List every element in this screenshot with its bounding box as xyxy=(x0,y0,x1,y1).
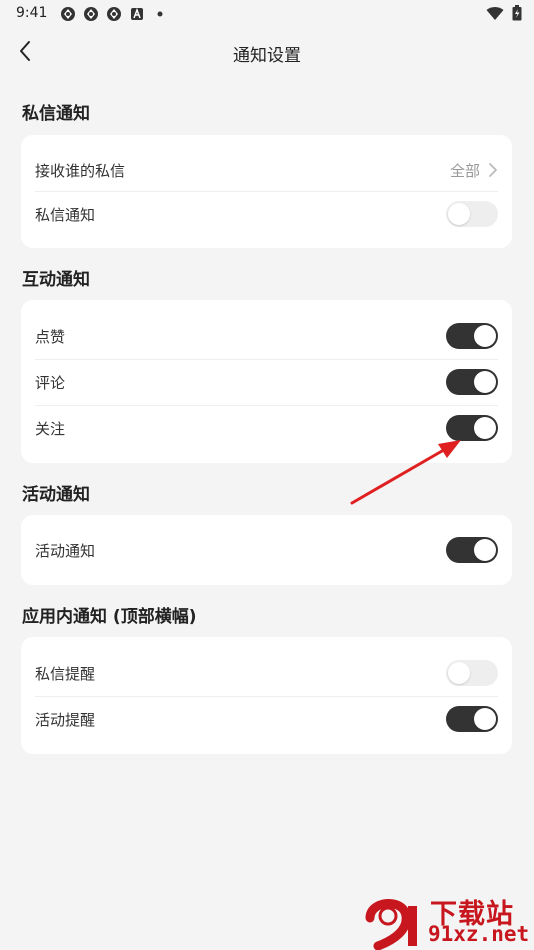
private-message-notification-row: 私信通知 xyxy=(35,191,498,237)
battery-icon xyxy=(512,5,522,25)
app-notification-icon xyxy=(106,6,122,22)
who-can-message-value: 全部 xyxy=(449,161,480,180)
section-title-interaction: 互动通知 xyxy=(22,270,90,290)
interaction-card: 点赞 评论 关注 xyxy=(21,300,512,463)
toggle-knob xyxy=(474,539,496,561)
toggle-knob xyxy=(474,708,496,730)
section-title-activity: 活动通知 xyxy=(22,485,90,505)
toggle-knob xyxy=(474,417,496,439)
watermark-logo: 下载站 91xz.net xyxy=(364,888,534,950)
activity-notification-row: 活动通知 xyxy=(35,527,498,573)
navigation-bar: 通知设置 xyxy=(0,30,534,74)
activity-card: 活动通知 xyxy=(21,515,512,585)
likes-toggle[interactable] xyxy=(446,323,498,349)
more-dot-icon xyxy=(152,6,168,22)
toggle-knob xyxy=(448,203,470,225)
comments-label: 评论 xyxy=(35,373,66,392)
message-reminder-label: 私信提醒 xyxy=(35,664,96,683)
app-badge-icon xyxy=(129,6,145,22)
watermark-url: 91xz.net xyxy=(428,922,530,946)
private-message-notification-label: 私信通知 xyxy=(35,205,96,224)
toggle-knob xyxy=(474,325,496,347)
toggle-knob xyxy=(474,371,496,393)
activity-notification-label: 活动通知 xyxy=(35,541,96,560)
activity-reminder-toggle[interactable] xyxy=(446,706,498,732)
toggle-knob xyxy=(448,662,470,684)
comments-toggle[interactable] xyxy=(446,369,498,395)
status-time: 9:41 xyxy=(16,5,48,21)
status-bar: 9:41 xyxy=(0,0,534,28)
watermark-mark-icon xyxy=(365,899,417,950)
page-title: 通知设置 xyxy=(233,46,301,66)
message-reminder-row: 私信提醒 xyxy=(35,650,498,696)
section-title-private-messages: 私信通知 xyxy=(22,104,90,124)
activity-notification-toggle[interactable] xyxy=(446,537,498,563)
follows-toggle[interactable] xyxy=(446,415,498,441)
private-messages-card: 接收谁的私信 全部 私信通知 xyxy=(21,135,512,248)
follows-row: 关注 xyxy=(35,405,498,451)
chevron-right-icon xyxy=(489,163,497,177)
private-message-notification-toggle[interactable] xyxy=(446,201,498,227)
activity-reminder-label: 活动提醒 xyxy=(35,710,96,729)
app-notification-icon xyxy=(60,6,76,22)
activity-reminder-row: 活动提醒 xyxy=(35,696,498,742)
follows-label: 关注 xyxy=(35,419,66,438)
likes-label: 点赞 xyxy=(35,327,66,346)
message-reminder-toggle[interactable] xyxy=(446,660,498,686)
comments-row: 评论 xyxy=(35,359,498,405)
in-app-card: 私信提醒 活动提醒 xyxy=(21,637,512,754)
status-right-icons xyxy=(486,5,522,25)
wifi-icon xyxy=(486,6,504,25)
status-notification-icons xyxy=(60,6,168,22)
who-can-message-row[interactable]: 接收谁的私信 全部 xyxy=(35,147,498,193)
section-title-in-app: 应用内通知 (顶部横幅) xyxy=(22,607,197,627)
likes-row: 点赞 xyxy=(35,313,498,359)
who-can-message-label: 接收谁的私信 xyxy=(35,161,126,180)
app-notification-icon xyxy=(83,6,99,22)
